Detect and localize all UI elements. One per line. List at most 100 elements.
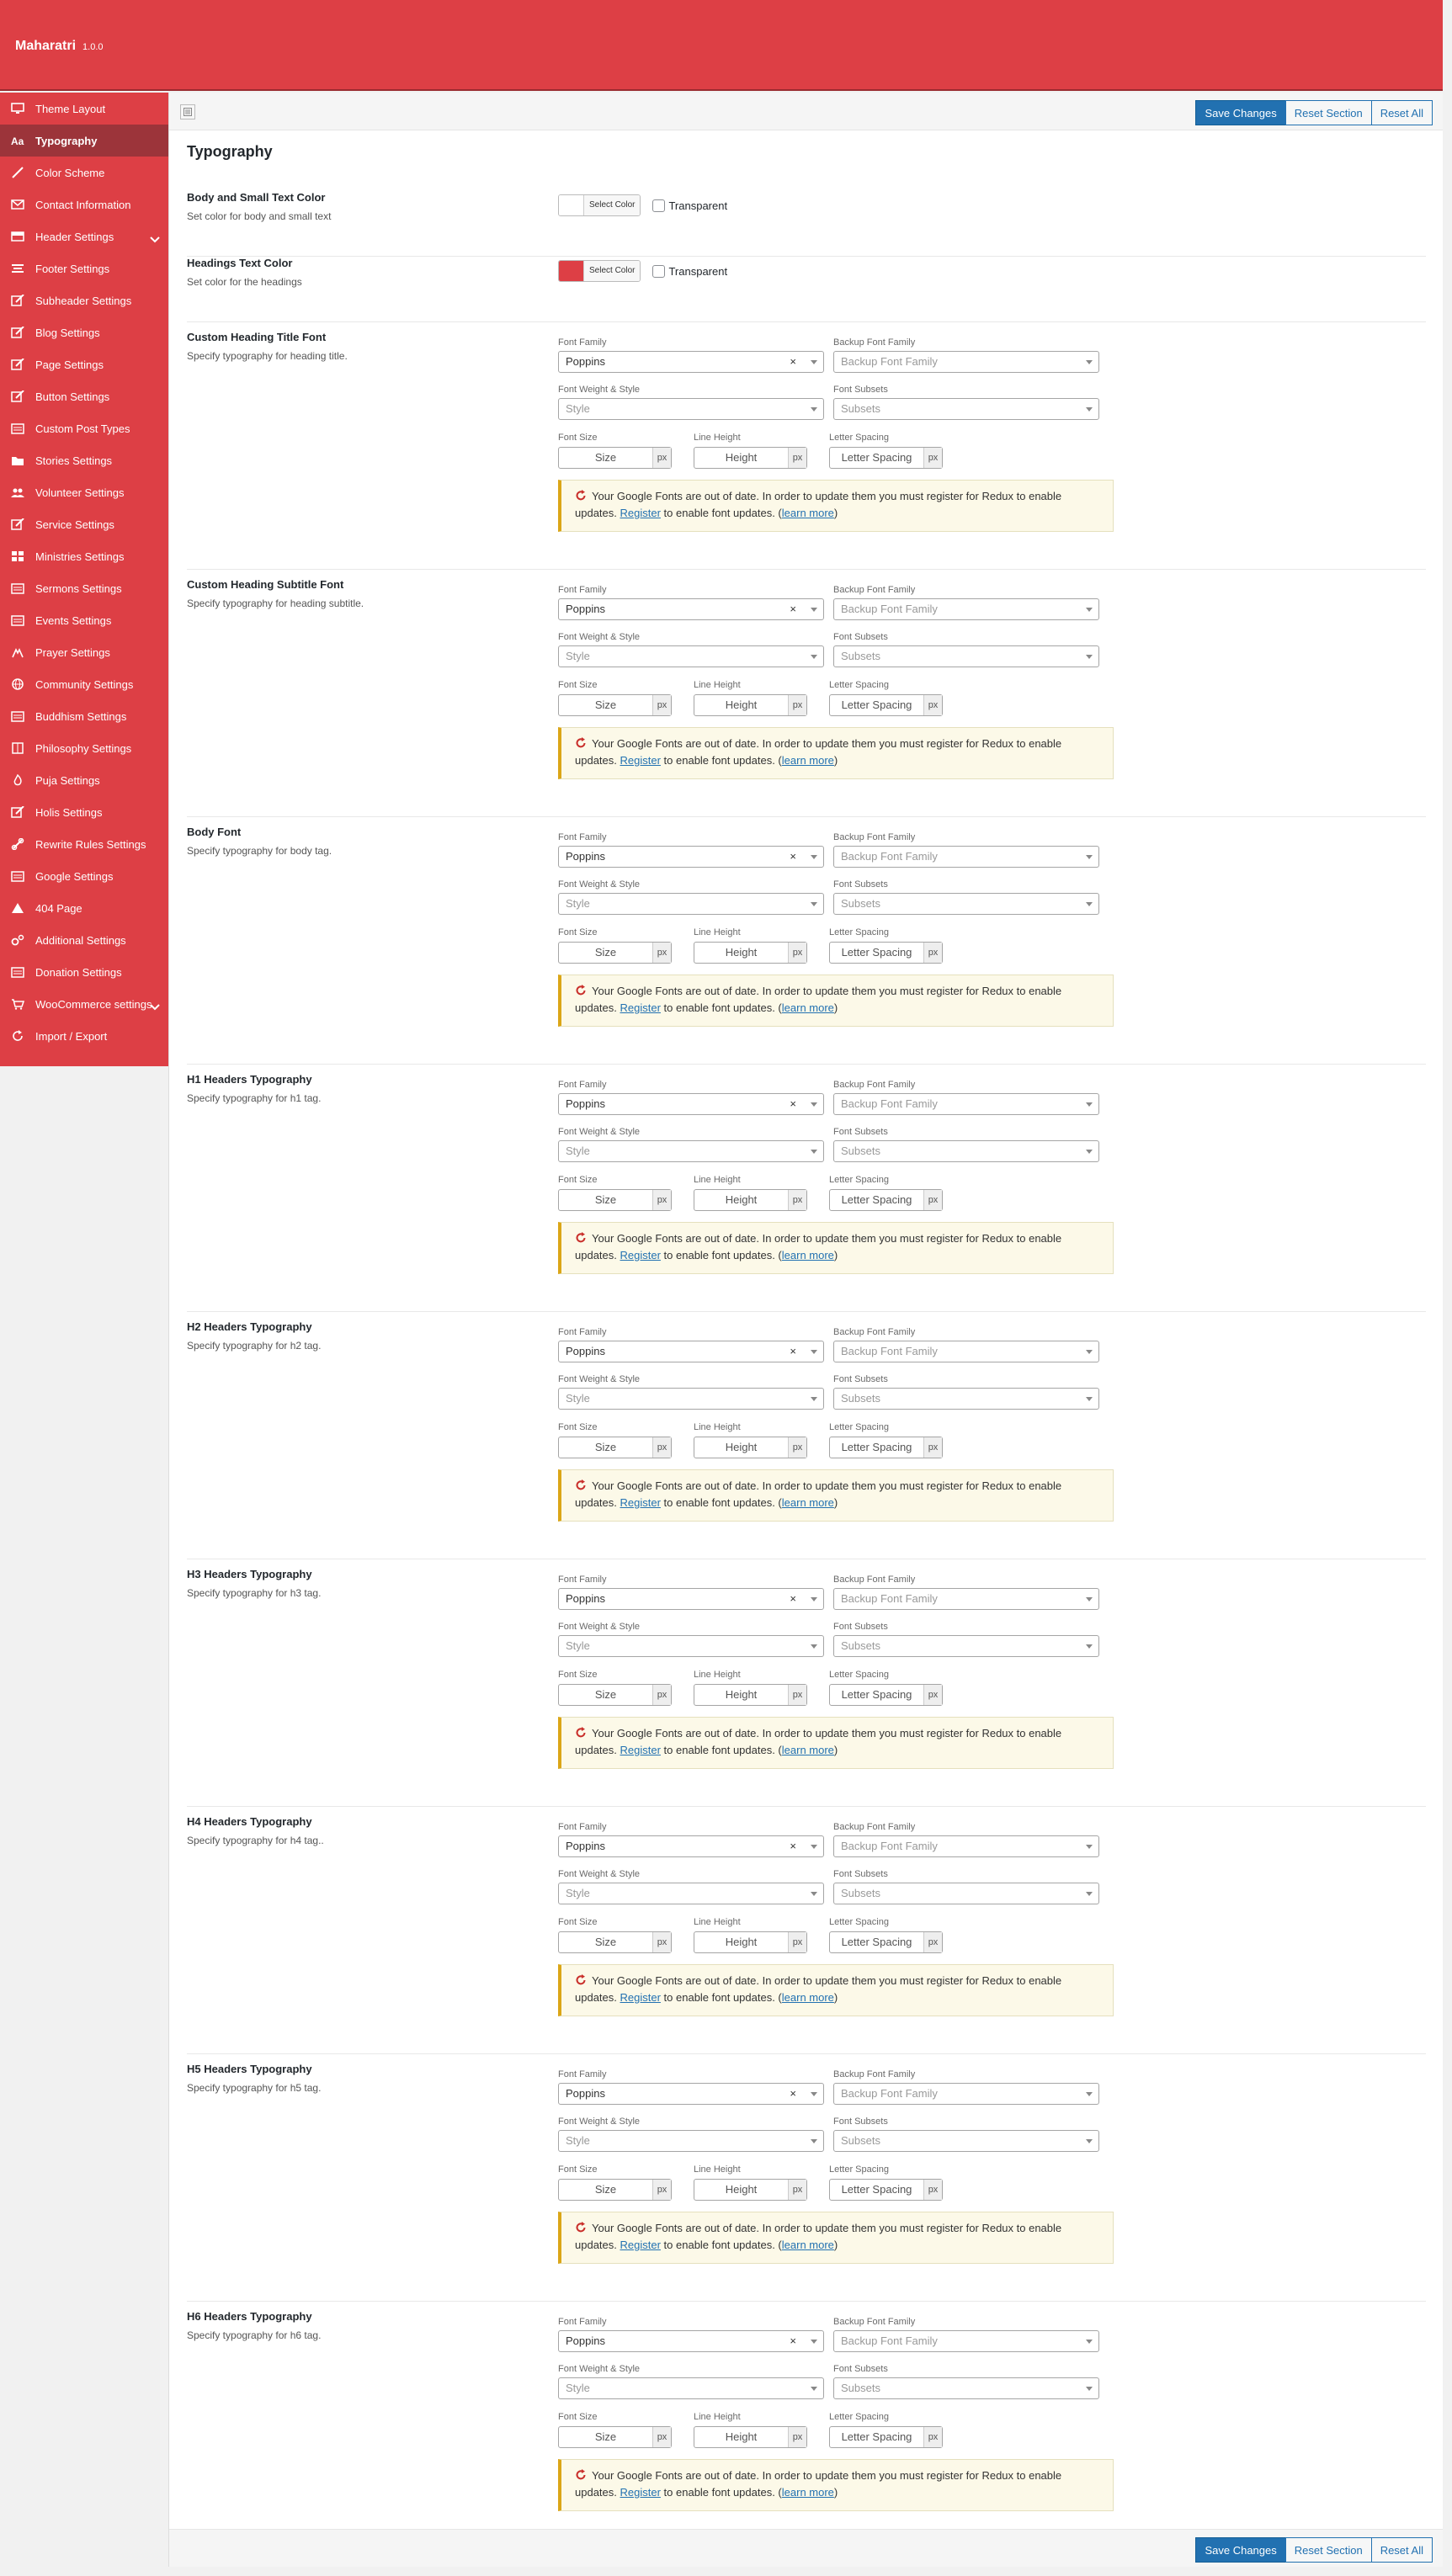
register-link[interactable]: Register xyxy=(620,1744,661,1756)
font-style-select[interactable]: Style xyxy=(558,2130,824,2152)
sidebar-item-contact-information[interactable]: Contact Information xyxy=(0,189,168,220)
font-subsets-select[interactable]: Subsets xyxy=(833,893,1099,915)
font-subsets-select[interactable]: Subsets xyxy=(833,1388,1099,1410)
sidebar-item-page-settings[interactable]: Page Settings xyxy=(0,348,168,380)
font-subsets-select[interactable]: Subsets xyxy=(833,2130,1099,2152)
learn-more-link[interactable]: learn more xyxy=(782,1991,834,2004)
letter-spacing-input[interactable]: Letter Spacing px xyxy=(829,1684,943,1706)
letter-spacing-input[interactable]: Letter Spacing px xyxy=(829,942,943,964)
letter-spacing-input[interactable]: Letter Spacing px xyxy=(829,1931,943,1953)
transparent-option[interactable]: Transparent xyxy=(652,199,727,212)
sidebar-item-typography[interactable]: Aa Typography xyxy=(0,125,168,157)
learn-more-link[interactable]: learn more xyxy=(782,2239,834,2251)
clear-icon[interactable]: × xyxy=(790,847,796,867)
register-link[interactable]: Register xyxy=(620,2239,661,2251)
sidebar-item-additional-settings[interactable]: Additional Settings xyxy=(0,924,168,956)
letter-spacing-input[interactable]: Letter Spacing px xyxy=(829,2179,943,2201)
line-height-input[interactable]: Height px xyxy=(694,2179,807,2201)
font-size-input[interactable]: Size px xyxy=(558,694,672,716)
sidebar-item-stories-settings[interactable]: Stories Settings xyxy=(0,444,168,476)
font-style-select[interactable]: Style xyxy=(558,1140,824,1162)
color-picker-button[interactable]: Select Color xyxy=(558,260,641,282)
backup-font-family-select[interactable]: Backup Font Family xyxy=(833,1835,1099,1857)
font-style-select[interactable]: Style xyxy=(558,893,824,915)
sidebar-item-color-scheme[interactable]: Color Scheme xyxy=(0,157,168,189)
font-subsets-select[interactable]: Subsets xyxy=(833,398,1099,420)
transparent-checkbox[interactable] xyxy=(652,264,666,278)
font-family-select[interactable]: Poppins × xyxy=(558,1588,824,1610)
learn-more-link[interactable]: learn more xyxy=(782,1744,834,1756)
font-family-select[interactable]: Poppins × xyxy=(558,2330,824,2352)
save-changes-button[interactable]: Save Changes xyxy=(1195,2537,1286,2563)
backup-font-family-select[interactable]: Backup Font Family xyxy=(833,351,1099,373)
backup-font-family-select[interactable]: Backup Font Family xyxy=(833,846,1099,868)
font-style-select[interactable]: Style xyxy=(558,645,824,667)
register-link[interactable]: Register xyxy=(620,754,661,767)
sidebar-item-events-settings[interactable]: Events Settings xyxy=(0,604,168,636)
sidebar-item-service-settings[interactable]: Service Settings xyxy=(0,508,168,540)
learn-more-link[interactable]: learn more xyxy=(782,1249,834,1261)
clear-icon[interactable]: × xyxy=(790,1094,796,1114)
sidebar-item-subheader-settings[interactable]: Subheader Settings xyxy=(0,284,168,316)
line-height-input[interactable]: Height px xyxy=(694,2426,807,2448)
letter-spacing-input[interactable]: Letter Spacing px xyxy=(829,1189,943,1211)
sidebar-item-philosophy-settings[interactable]: Philosophy Settings xyxy=(0,732,168,764)
backup-font-family-select[interactable]: Backup Font Family xyxy=(833,1093,1099,1115)
sidebar-item-sermons-settings[interactable]: Sermons Settings xyxy=(0,572,168,604)
sidebar-item-buddhism-settings[interactable]: Buddhism Settings xyxy=(0,700,168,732)
register-link[interactable]: Register xyxy=(620,1001,661,1014)
learn-more-link[interactable]: learn more xyxy=(782,507,834,519)
sidebar-item-theme-layout[interactable]: Theme Layout xyxy=(0,93,168,125)
transparent-option[interactable]: Transparent xyxy=(652,264,727,278)
letter-spacing-input[interactable]: Letter Spacing px xyxy=(829,694,943,716)
reset-section-button[interactable]: Reset Section xyxy=(1284,100,1372,125)
font-subsets-select[interactable]: Subsets xyxy=(833,1140,1099,1162)
color-swatch[interactable] xyxy=(559,195,584,215)
font-style-select[interactable]: Style xyxy=(558,398,824,420)
register-link[interactable]: Register xyxy=(620,1496,661,1509)
clear-icon[interactable]: × xyxy=(790,599,796,619)
register-link[interactable]: Register xyxy=(620,2486,661,2499)
font-style-select[interactable]: Style xyxy=(558,2377,824,2399)
letter-spacing-input[interactable]: Letter Spacing px xyxy=(829,447,943,469)
line-height-input[interactable]: Height px xyxy=(694,1931,807,1953)
line-height-input[interactable]: Height px xyxy=(694,447,807,469)
learn-more-link[interactable]: learn more xyxy=(782,2486,834,2499)
sidebar-item-blog-settings[interactable]: Blog Settings xyxy=(0,316,168,348)
font-family-select[interactable]: Poppins × xyxy=(558,1341,824,1362)
sidebar-item-button-settings[interactable]: Button Settings xyxy=(0,380,168,412)
register-link[interactable]: Register xyxy=(620,1249,661,1261)
letter-spacing-input[interactable]: Letter Spacing px xyxy=(829,2426,943,2448)
backup-font-family-select[interactable]: Backup Font Family xyxy=(833,598,1099,620)
sidebar-item-holis-settings[interactable]: Holis Settings xyxy=(0,796,168,828)
line-height-input[interactable]: Height px xyxy=(694,694,807,716)
expand-options-button[interactable] xyxy=(180,104,195,120)
font-family-select[interactable]: Poppins × xyxy=(558,351,824,373)
clear-icon[interactable]: × xyxy=(790,1589,796,1609)
line-height-input[interactable]: Height px xyxy=(694,1189,807,1211)
font-size-input[interactable]: Size px xyxy=(558,1437,672,1458)
backup-font-family-select[interactable]: Backup Font Family xyxy=(833,1341,1099,1362)
sidebar-item-ministries-settings[interactable]: Ministries Settings xyxy=(0,540,168,572)
register-link[interactable]: Register xyxy=(620,507,661,519)
line-height-input[interactable]: Height px xyxy=(694,1437,807,1458)
font-family-select[interactable]: Poppins × xyxy=(558,1093,824,1115)
font-size-input[interactable]: Size px xyxy=(558,942,672,964)
font-subsets-select[interactable]: Subsets xyxy=(833,1883,1099,1904)
font-family-select[interactable]: Poppins × xyxy=(558,598,824,620)
sidebar-item-header-settings[interactable]: Header Settings xyxy=(0,220,168,252)
learn-more-link[interactable]: learn more xyxy=(782,1001,834,1014)
clear-icon[interactable]: × xyxy=(790,2331,796,2351)
sidebar-item-donation-settings[interactable]: Donation Settings xyxy=(0,956,168,988)
reset-all-button[interactable]: Reset All xyxy=(1370,2537,1433,2563)
font-size-input[interactable]: Size px xyxy=(558,447,672,469)
font-size-input[interactable]: Size px xyxy=(558,1684,672,1706)
sidebar-item-custom-post-types[interactable]: Custom Post Types xyxy=(0,412,168,444)
clear-icon[interactable]: × xyxy=(790,352,796,372)
sidebar-item-woocommerce-settings[interactable]: WooCommerce settings xyxy=(0,988,168,1020)
reset-section-button[interactable]: Reset Section xyxy=(1284,2537,1372,2563)
backup-font-family-select[interactable]: Backup Font Family xyxy=(833,1588,1099,1610)
font-subsets-select[interactable]: Subsets xyxy=(833,2377,1099,2399)
sidebar-item-prayer-settings[interactable]: Prayer Settings xyxy=(0,636,168,668)
letter-spacing-input[interactable]: Letter Spacing px xyxy=(829,1437,943,1458)
